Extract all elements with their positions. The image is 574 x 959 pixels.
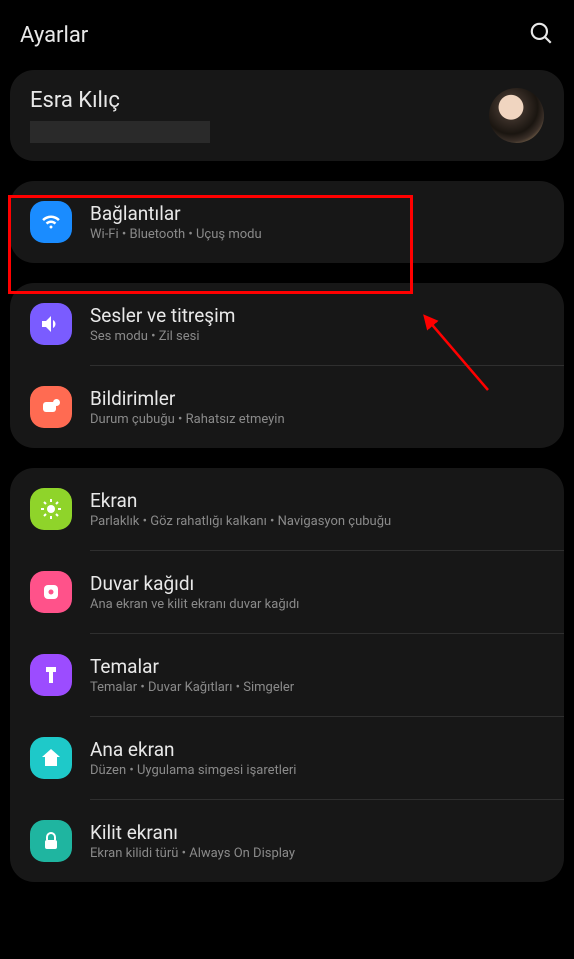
profile-name: Esra Kılıç (30, 88, 210, 113)
settings-row-notifications[interactable]: Bildirimler Durum çubuğu • Rahatsız etme… (10, 366, 564, 448)
settings-row-wallpaper[interactable]: Duvar kağıdı Ana ekran ve kilit ekranı d… (10, 551, 564, 633)
row-subtitle: Ses modu • Zil sesi (90, 329, 544, 344)
row-subtitle: Temalar • Duvar Kağıtları • Simgeler (90, 680, 544, 695)
row-title: Sesler ve titreşim (90, 304, 544, 327)
sound-icon (30, 303, 72, 345)
wallpaper-icon (30, 571, 72, 613)
brightness-icon (30, 488, 72, 530)
settings-row-lockscreen[interactable]: Kilit ekranı Ekran kilidi türü • Always … (10, 800, 564, 882)
row-title: Ekran (90, 489, 544, 512)
page-title: Ayarlar (20, 23, 88, 48)
avatar (489, 88, 544, 143)
settings-section: Bağlantılar Wi-Fi • Bluetooth • Uçuş mod… (10, 181, 564, 263)
row-title: Ana ekran (90, 738, 544, 761)
wifi-icon (30, 201, 72, 243)
row-subtitle: Ana ekran ve kilit ekranı duvar kağıdı (90, 597, 544, 612)
settings-row-themes[interactable]: Temalar Temalar • Duvar Kağıtları • Simg… (10, 634, 564, 716)
row-title: Bağlantılar (90, 202, 544, 225)
settings-row-display[interactable]: Ekran Parlaklık • Göz rahatlığı kalkanı … (10, 468, 564, 550)
settings-section: Sesler ve titreşim Ses modu • Zil sesi B… (10, 283, 564, 448)
row-subtitle: Ekran kilidi türü • Always On Display (90, 846, 544, 861)
row-title: Bildirimler (90, 387, 544, 410)
profile-subtext-redacted (30, 121, 210, 143)
row-title: Duvar kağıdı (90, 572, 544, 595)
settings-row-connections[interactable]: Bağlantılar Wi-Fi • Bluetooth • Uçuş mod… (10, 181, 564, 263)
themes-icon (30, 654, 72, 696)
row-title: Kilit ekranı (90, 821, 544, 844)
lock-icon (30, 820, 72, 862)
search-icon[interactable] (528, 20, 554, 50)
row-subtitle: Durum çubuğu • Rahatsız etmeyin (90, 412, 544, 427)
settings-row-sounds[interactable]: Sesler ve titreşim Ses modu • Zil sesi (10, 283, 564, 365)
settings-section: Ekran Parlaklık • Göz rahatlığı kalkanı … (10, 468, 564, 882)
profile-card[interactable]: Esra Kılıç (10, 70, 564, 161)
row-subtitle: Parlaklık • Göz rahatlığı kalkanı • Navi… (90, 514, 544, 529)
notification-icon (30, 386, 72, 428)
row-subtitle: Wi-Fi • Bluetooth • Uçuş modu (90, 227, 544, 242)
row-title: Temalar (90, 655, 544, 678)
settings-row-homescreen[interactable]: Ana ekran Düzen • Uygulama simgesi işare… (10, 717, 564, 799)
home-icon (30, 737, 72, 779)
row-subtitle: Düzen • Uygulama simgesi işaretleri (90, 763, 544, 778)
